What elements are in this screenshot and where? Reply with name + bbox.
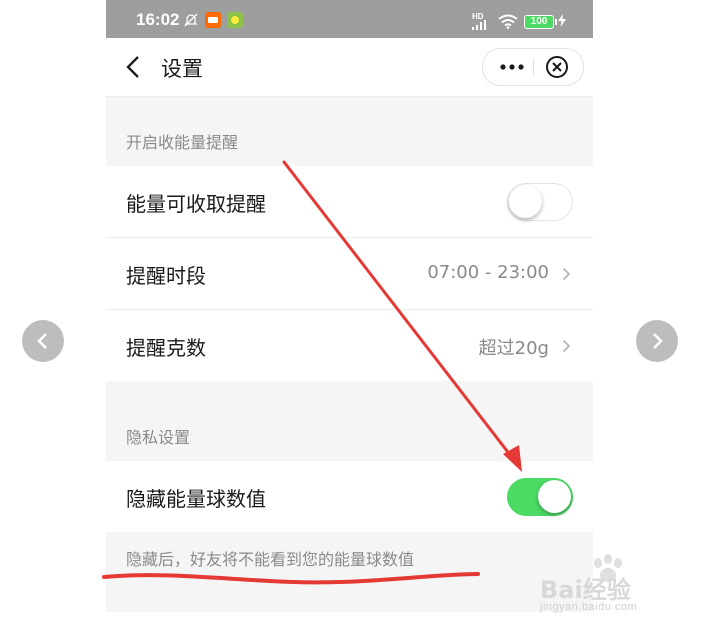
settings-row-hide-energy-value[interactable]: 隐藏能量球数值 — [106, 461, 593, 532]
row-label: 隐藏能量球数值 — [126, 487, 266, 511]
row-label: 提醒时段 — [126, 264, 206, 288]
nav-bar: 设置 — [106, 38, 593, 97]
signal-icon — [472, 20, 486, 30]
watermark-brand: Bai经验 — [540, 576, 631, 604]
settings-row-reminder-period[interactable]: 提醒时段 07:00 - 23:00 — [106, 238, 593, 310]
section-header-energy-reminder: 开启收能量提醒 — [126, 133, 239, 152]
mute-bell-icon — [184, 13, 198, 27]
settings-row-reminder-grams[interactable]: 提醒克数 超过20g — [106, 310, 593, 381]
toggle-knob — [509, 185, 542, 218]
capsule-divider — [533, 58, 534, 76]
status-time: 16:02 — [136, 10, 180, 29]
more-dots-icon[interactable] — [500, 63, 524, 71]
energy-reminder-card: 能量可收取提醒 提醒时段 07:00 - 23:00 提醒克数 超过20g — [106, 166, 593, 381]
energy-reminder-toggle[interactable] — [507, 183, 573, 221]
row-label: 提醒克数 — [126, 336, 206, 360]
wifi-icon — [498, 14, 518, 29]
next-settings-card — [106, 612, 593, 629]
hide-energy-value-toggle[interactable] — [507, 478, 573, 516]
chevron-right-icon — [562, 339, 571, 353]
taobao-app-icon — [205, 12, 221, 28]
prev-image-button[interactable] — [22, 320, 64, 362]
reminder-grams-value: 超过20g — [478, 338, 549, 359]
close-circle-icon[interactable] — [545, 55, 569, 79]
app-notification-icon — [227, 12, 243, 28]
chevron-left-icon — [37, 333, 47, 349]
reminder-period-value: 07:00 - 23:00 — [427, 262, 549, 283]
page-title: 设置 — [161, 57, 203, 81]
chevron-right-icon — [653, 333, 663, 349]
privacy-footnote: 隐藏后，好友将不能看到您的能量球数值 — [126, 550, 415, 569]
status-bar: 16:02 HD 100 — [106, 0, 593, 38]
back-arrow-icon[interactable] — [126, 55, 140, 79]
phone-screen: 16:02 HD 100 设置 开启收能量提醒 能量可收取提醒 提醒时段 07:… — [106, 0, 593, 629]
mini-program-capsule — [482, 48, 584, 86]
battery-indicator: 100 — [524, 15, 557, 29]
next-image-button[interactable] — [636, 320, 678, 362]
toggle-knob — [538, 480, 571, 513]
settings-row-energy-reminder[interactable]: 能量可收取提醒 — [106, 166, 593, 238]
charging-icon — [558, 14, 566, 27]
watermark-url: jingyan.baidu.com — [540, 601, 638, 613]
privacy-card: 隐藏能量球数值 — [106, 461, 593, 532]
chevron-right-icon — [562, 267, 571, 281]
section-header-privacy: 隐私设置 — [126, 428, 191, 447]
row-label: 能量可收取提醒 — [126, 192, 266, 216]
